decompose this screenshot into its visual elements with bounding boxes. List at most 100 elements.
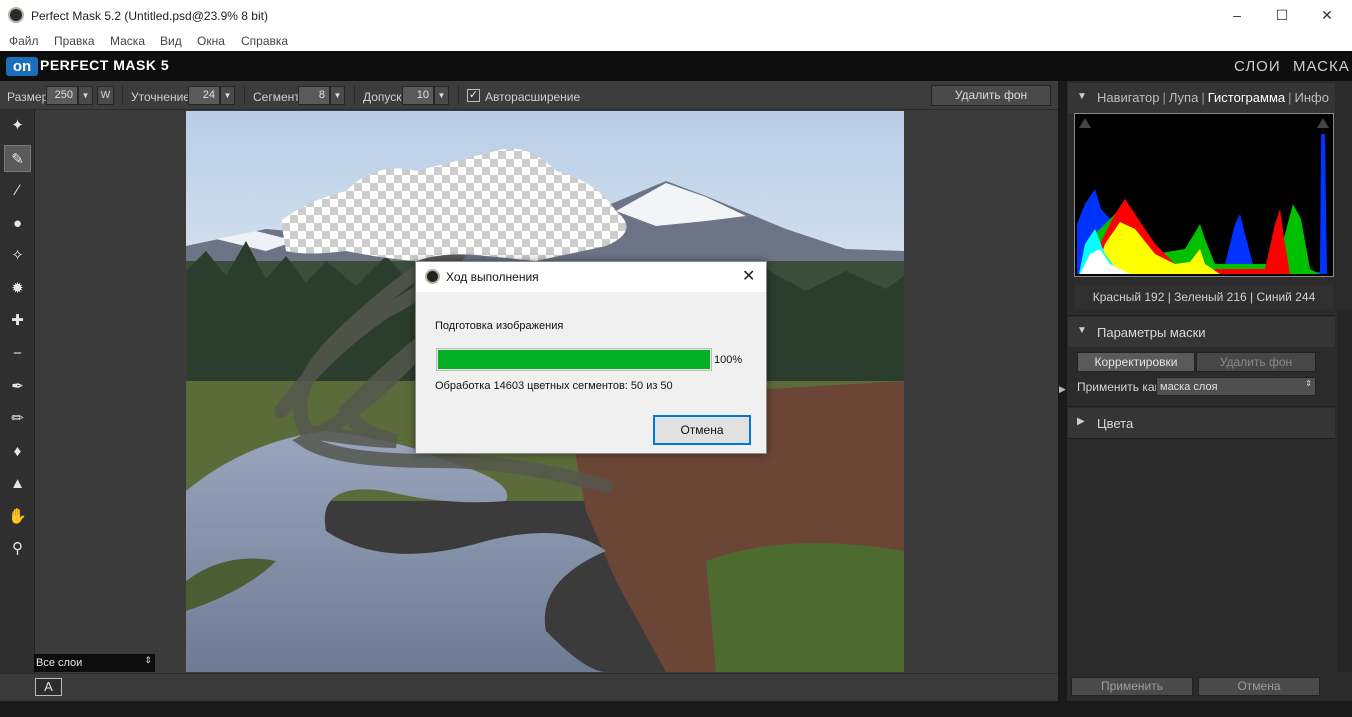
histogram-highlight-clip-icon xyxy=(1317,118,1329,128)
mask-params-title: Параметры маски xyxy=(1097,325,1206,340)
progress-dialog: Ход выполнения ✕ Подготовка изображения … xyxy=(415,261,767,454)
divider xyxy=(244,86,245,105)
remove-background-button[interactable]: Удалить фон xyxy=(931,85,1051,106)
progress-detail: Обработка 14603 цветных сегментов: 50 из… xyxy=(435,380,673,392)
apply-as-value: маска слоя xyxy=(1160,381,1218,393)
size-field[interactable]: 250 xyxy=(46,86,78,105)
magic-brush-drop-icon[interactable]: ✎ xyxy=(4,145,31,172)
bottom-bar: A xyxy=(0,673,1058,701)
tab-loupe[interactable]: Лупа xyxy=(1169,90,1198,105)
histogram-readout: Красный 192 | Зеленый 216 | Синий 244 xyxy=(1074,285,1334,309)
tab-separator: | xyxy=(1201,90,1205,105)
close-icon[interactable]: ✕ xyxy=(742,266,755,286)
progress-bar-fill xyxy=(438,350,710,369)
divider xyxy=(1068,406,1335,407)
minimize-icon[interactable]: – xyxy=(1214,0,1260,31)
histogram-shadow-clip-icon xyxy=(1079,118,1091,128)
auto-expand-checkbox[interactable]: ✓ xyxy=(467,89,480,102)
on1-logo: on xyxy=(6,57,38,76)
magic-sparkle-icon[interactable]: ✧ xyxy=(4,242,31,269)
size-label: Размер xyxy=(7,90,49,104)
tab-histogram[interactable]: Гистограмма xyxy=(1208,90,1285,105)
menu-bar: Файл Правка Маска Вид Окна Справка xyxy=(0,31,1352,51)
segment-field[interactable]: 8 xyxy=(298,86,330,105)
colors-section-header[interactable]: ▶ Цвета xyxy=(1068,408,1335,438)
magic-brush-keep-icon[interactable]: ✦ xyxy=(4,112,31,139)
segment-dropdown-icon[interactable]: ▼ xyxy=(330,86,345,105)
app-header: on PERFECT MASK 5 СЛОИ МАСКА xyxy=(0,51,1352,81)
tolerance-dropdown-icon[interactable]: ▼ xyxy=(434,86,449,105)
mask-params-header[interactable]: ▼ Параметры маски xyxy=(1068,317,1335,347)
eyedropper-plus-icon[interactable]: ✚ xyxy=(4,307,31,334)
magic-brush-icon[interactable]: ∕ xyxy=(4,177,31,204)
size-dropdown-icon[interactable]: ▼ xyxy=(78,86,93,105)
app-logo-icon xyxy=(8,7,24,23)
menu-edit[interactable]: Правка xyxy=(54,34,95,48)
tab-navigator[interactable]: Навигатор xyxy=(1097,90,1159,105)
menu-help[interactable]: Справка xyxy=(241,34,288,48)
apply-as-select[interactable]: маска слоя ⇕ xyxy=(1156,377,1316,396)
dialog-cancel-button[interactable]: Отмена xyxy=(653,415,751,445)
refine-dropdown-icon[interactable]: ▼ xyxy=(220,86,235,105)
auto-expand-label: Авторасширение xyxy=(485,90,581,104)
product-name: PERFECT MASK 5 xyxy=(40,57,170,73)
triangle-down-icon: ▼ xyxy=(1077,91,1087,102)
tool-palette: ✦ ✎ ∕ ● ✧ ✹ ✚ − ✒ ✏ ♦ ▲ ✋ ⚲ xyxy=(0,110,35,673)
tab-info[interactable]: Инфо xyxy=(1295,90,1329,105)
menu-file[interactable]: Файл xyxy=(9,34,39,48)
menu-view[interactable]: Вид xyxy=(160,34,182,48)
magic-brush-plus-icon[interactable]: ● xyxy=(4,210,31,237)
drop-icon[interactable]: ♦ xyxy=(4,438,31,465)
brush-icon[interactable]: ✏ xyxy=(4,405,31,432)
zoom-icon[interactable]: ⚲ xyxy=(4,535,31,562)
w-button[interactable]: W xyxy=(97,86,114,105)
pen-icon[interactable]: ✒ xyxy=(4,373,31,400)
progress-status: Подготовка изображения xyxy=(435,320,564,332)
layer-filter-value: Все слои xyxy=(36,657,83,669)
bucket-icon[interactable]: ▲ xyxy=(4,470,31,497)
tolerance-field[interactable]: 10 xyxy=(402,86,434,105)
maximize-icon[interactable]: ☐ xyxy=(1259,0,1305,31)
menu-windows[interactable]: Окна xyxy=(197,34,225,48)
a-button[interactable]: A xyxy=(35,678,62,696)
triangle-right-icon: ▶ xyxy=(1077,416,1085,427)
corrections-button[interactable]: Корректировки xyxy=(1077,352,1195,372)
progress-percent: 100% xyxy=(714,354,743,366)
dialog-title-bar: Ход выполнения ✕ xyxy=(416,262,766,292)
refine-field[interactable]: 24 xyxy=(188,86,220,105)
divider xyxy=(354,86,355,105)
chevron-updown-icon: ⇕ xyxy=(1305,379,1312,388)
tolerance-label: Допуск xyxy=(363,90,402,104)
remove-bg-mode-button[interactable]: Удалить фон xyxy=(1196,352,1316,372)
collapse-panel-icon[interactable]: ▶ xyxy=(1059,384,1066,395)
divider xyxy=(1068,315,1335,316)
progress-bar xyxy=(436,348,712,371)
tab-mask[interactable]: МАСКА xyxy=(1293,58,1350,75)
options-bar: Размер 250 ▼ W Уточнение 24 ▼ Сегмент 8 … xyxy=(0,81,1058,110)
divider xyxy=(1068,438,1335,439)
hand-icon[interactable]: ✋ xyxy=(4,503,31,530)
histogram xyxy=(1074,113,1334,277)
panel-scrollbar[interactable] xyxy=(1337,310,1352,672)
close-icon[interactable]: ✕ xyxy=(1304,0,1350,31)
window-title: Perfect Mask 5.2 (Untitled.psd@23.9% 8 b… xyxy=(31,9,268,23)
tab-layers[interactable]: СЛОИ xyxy=(1234,58,1281,75)
title-bar: Perfect Mask 5.2 (Untitled.psd@23.9% 8 b… xyxy=(0,0,1352,31)
navigator-tabs: Навигатор | Лупа | Гистограмма | Инфо xyxy=(1097,90,1329,105)
menu-mask[interactable]: Маска xyxy=(110,34,145,48)
splatter-icon[interactable]: ✹ xyxy=(4,275,31,302)
chevron-updown-icon: ⇕ xyxy=(144,655,152,665)
divider xyxy=(122,86,123,105)
refine-label: Уточнение xyxy=(131,90,190,104)
layer-filter-select[interactable]: Все слои ⇕ xyxy=(34,654,155,672)
tab-separator: | xyxy=(1288,90,1292,105)
colors-title: Цвета xyxy=(1097,416,1134,431)
segment-label: Сегмент xyxy=(253,90,300,104)
apply-as-label: Применить как xyxy=(1077,380,1160,394)
triangle-down-icon: ▼ xyxy=(1077,325,1087,336)
eyedropper-minus-icon[interactable]: − xyxy=(4,340,31,367)
cancel-button[interactable]: Отмена xyxy=(1198,677,1320,696)
tab-separator: | xyxy=(1162,90,1166,105)
app-window: Perfect Mask 5.2 (Untitled.psd@23.9% 8 b… xyxy=(0,0,1352,717)
apply-button[interactable]: Применить xyxy=(1071,677,1193,696)
